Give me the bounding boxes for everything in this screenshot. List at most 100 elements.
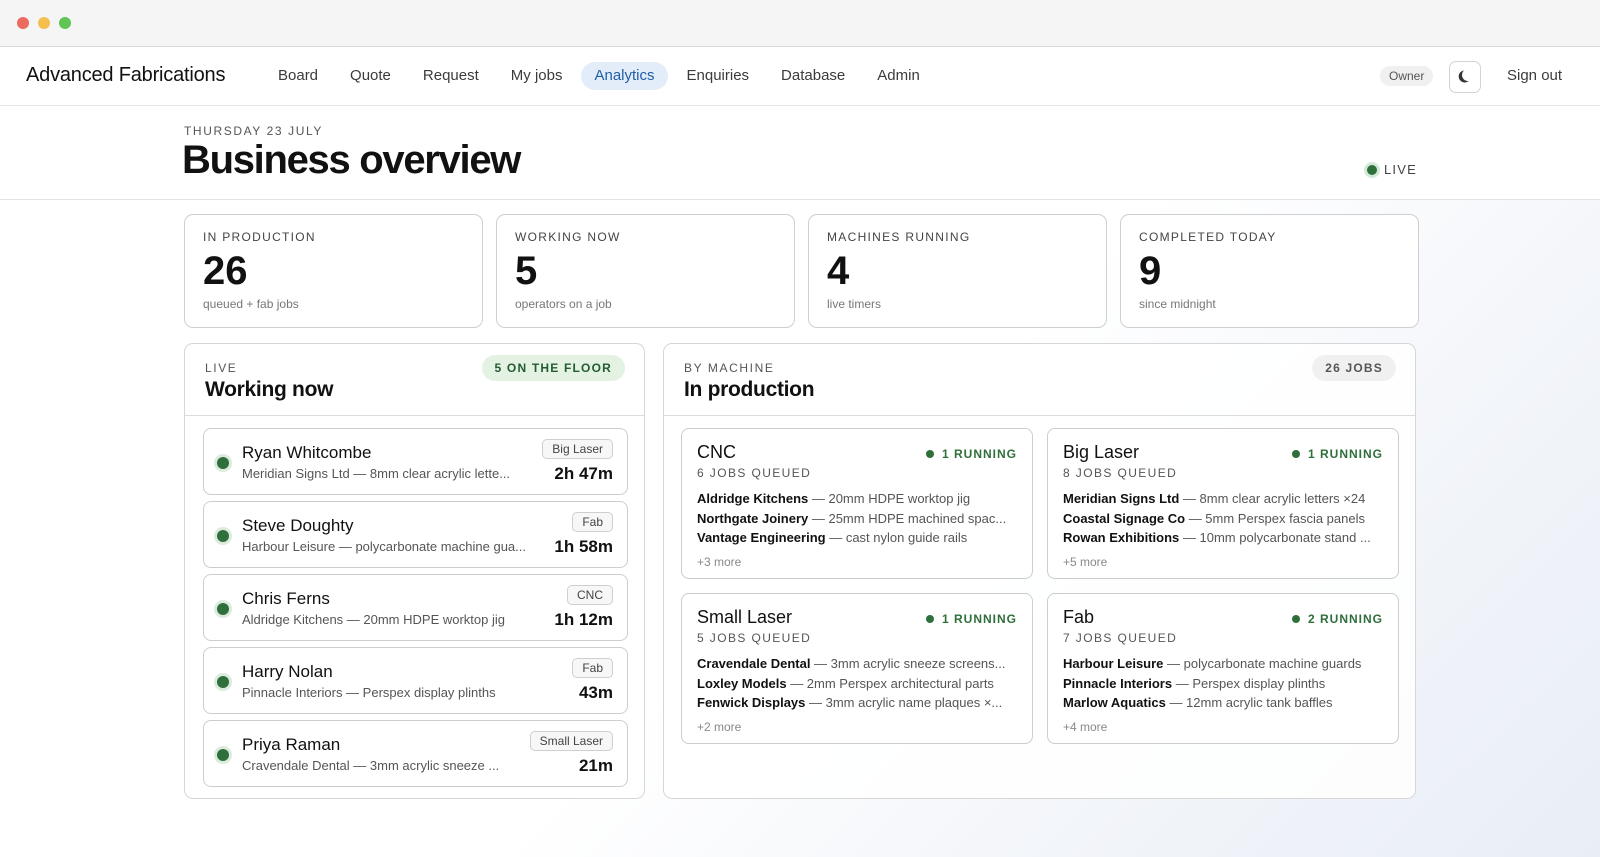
active-status-icon xyxy=(217,676,229,688)
machine-card-small-laser[interactable]: Small Laser 5 JOBS QUEUED 1 RUNNING Crav… xyxy=(681,593,1033,744)
stat-card-completed-today: COMPLETED TODAY 9 since midnight xyxy=(1120,214,1419,328)
job-client: Coastal Signage Co xyxy=(1063,510,1186,526)
worker-row[interactable]: Steve Doughty Harbour Leisure — polycarb… xyxy=(203,501,628,568)
nav-link-board[interactable]: Board xyxy=(265,62,331,90)
worker-list: Ryan Whitcombe Meridian Signs Ltd — 8mm … xyxy=(203,428,628,793)
nav-link-my-jobs[interactable]: My jobs xyxy=(498,62,576,90)
machine-tag: Fab xyxy=(572,512,613,532)
running-dot-icon xyxy=(1291,450,1300,458)
worker-name: Chris Ferns xyxy=(242,589,330,608)
nav-link-database[interactable]: Database xyxy=(768,62,858,90)
close-window-button[interactable] xyxy=(17,17,29,29)
date-label: THURSDAY 23 JULY xyxy=(184,124,323,138)
machine-job: Vantage Engineering — cast nylon guide r… xyxy=(697,528,1017,548)
maximize-window-button[interactable] xyxy=(59,17,71,29)
more-jobs-link[interactable]: +5 more xyxy=(1063,555,1383,569)
nav-link-request[interactable]: Request xyxy=(410,62,492,90)
worker-job: Pinnacle Interiors — Perspex display pli… xyxy=(242,685,496,700)
machine-job: Northgate Joinery — 25mm HDPE machined s… xyxy=(697,509,1017,529)
on-floor-badge: 5 ON THE FLOOR xyxy=(481,355,625,381)
job-client: Northgate Joinery xyxy=(697,510,809,526)
elapsed-time: 1h 58m xyxy=(554,537,613,556)
running-status: 1 RUNNING xyxy=(925,612,1017,626)
job-desc: — polycarbonate machine guards xyxy=(1163,656,1362,671)
job-desc: — cast nylon guide rails xyxy=(825,530,968,545)
worker-row[interactable]: Harry Nolan Pinnacle Interiors — Perspex… xyxy=(203,647,628,714)
active-status-icon xyxy=(217,603,229,615)
worker-job: Cravendale Dental — 3mm acrylic sneeze .… xyxy=(242,758,500,773)
app-window: Advanced Fabrications Board Quote Reques… xyxy=(0,0,1600,857)
top-nav: Advanced Fabrications Board Quote Reques… xyxy=(0,47,1600,106)
job-desc: — 8mm clear acrylic letters ×24 xyxy=(1179,491,1366,506)
machine-queued: 6 JOBS QUEUED xyxy=(697,466,812,480)
more-jobs-link[interactable]: +3 more xyxy=(697,555,1017,569)
elapsed-time: 2h 47m xyxy=(554,464,613,483)
machine-job-list: Cravendale Dental — 3mm acrylic sneeze s… xyxy=(697,654,1017,713)
stat-label: MACHINES RUNNING xyxy=(827,230,971,244)
machine-card-big-laser[interactable]: Big Laser 8 JOBS QUEUED 1 RUNNING Meridi… xyxy=(1047,428,1399,579)
nav-link-enquiries[interactable]: Enquiries xyxy=(674,62,763,90)
machine-job: Loxley Models — 2mm Perspex architectura… xyxy=(697,674,1017,694)
stat-cards: IN PRODUCTION 26 queued + fab jobs WORKI… xyxy=(184,214,1419,328)
machine-card-fab[interactable]: Fab 7 JOBS QUEUED 2 RUNNING Harbour Leis… xyxy=(1047,593,1399,744)
live-dot-icon xyxy=(1367,164,1377,175)
stat-label: IN PRODUCTION xyxy=(203,230,316,244)
running-label: 2 RUNNING xyxy=(1307,612,1383,626)
job-desc: — 12mm acrylic tank baffles xyxy=(1165,695,1333,710)
more-jobs-link[interactable]: +4 more xyxy=(1063,720,1383,734)
moon-icon xyxy=(1461,68,1475,82)
live-indicator: LIVE xyxy=(1367,162,1417,177)
page-title: Business overview xyxy=(182,138,521,182)
elapsed-time: 43m xyxy=(578,683,613,702)
more-jobs-link[interactable]: +2 more xyxy=(697,720,1017,734)
stat-subtext: operators on a job xyxy=(515,297,612,311)
stat-card-machines-running: MACHINES RUNNING 4 live timers xyxy=(808,214,1107,328)
stat-card-in-production: IN PRODUCTION 26 queued + fab jobs xyxy=(184,214,483,328)
worker-row[interactable]: Chris Ferns Aldridge Kitchens — 20mm HDP… xyxy=(203,574,628,641)
brand-name[interactable]: Advanced Fabrications xyxy=(26,64,225,87)
machine-card-cnc[interactable]: CNC 6 JOBS QUEUED 1 RUNNING Aldridge Kit… xyxy=(681,428,1033,579)
panel-title: In production xyxy=(684,378,815,401)
panel-header: LIVE Working now 5 ON THE FLOOR xyxy=(185,344,644,416)
minimize-window-button[interactable] xyxy=(38,17,50,29)
running-status: 2 RUNNING xyxy=(1291,612,1383,626)
nav-link-analytics[interactable]: Analytics xyxy=(581,62,668,90)
active-status-icon xyxy=(217,457,229,469)
job-desc: — 3mm acrylic name plaques ×... xyxy=(805,695,1003,710)
machine-job: Rowan Exhibitions — 10mm polycarbonate s… xyxy=(1063,528,1383,548)
worker-name: Steve Doughty xyxy=(242,516,354,535)
sign-out-button[interactable]: Sign out xyxy=(1507,67,1562,84)
nav-link-admin[interactable]: Admin xyxy=(864,62,933,90)
worker-job: Harbour Leisure — polycarbonate machine … xyxy=(242,539,526,554)
machine-tag: CNC xyxy=(567,585,613,605)
machine-queued: 5 JOBS QUEUED xyxy=(697,631,812,645)
job-desc: — 25mm HDPE machined spac... xyxy=(808,510,1007,526)
stat-value: 4 xyxy=(827,249,850,293)
stat-value: 9 xyxy=(1139,249,1162,293)
worker-row[interactable]: Priya Raman Cravendale Dental — 3mm acry… xyxy=(203,720,628,787)
machine-job-list: Harbour Leisure — polycarbonate machine … xyxy=(1063,654,1383,713)
running-label: 1 RUNNING xyxy=(941,612,1017,626)
job-client: Vantage Engineering xyxy=(697,530,826,545)
machine-job: Coastal Signage Co — 5mm Perspex fascia … xyxy=(1063,509,1383,529)
nav-links: Board Quote Request My jobs Analytics En… xyxy=(265,62,939,90)
nav-link-quote[interactable]: Quote xyxy=(337,62,404,90)
job-client: Rowan Exhibitions xyxy=(1063,530,1180,545)
page-header: THURSDAY 23 JULY Business overview LIVE xyxy=(0,106,1600,200)
running-dot-icon xyxy=(925,450,934,458)
elapsed-time: 1h 12m xyxy=(554,610,613,629)
window-titlebar xyxy=(0,0,1600,47)
job-desc: — 3mm acrylic sneeze screens... xyxy=(810,656,1006,671)
job-client: Loxley Models xyxy=(697,675,787,691)
jobs-count-badge: 26 JOBS xyxy=(1312,355,1396,381)
live-label: LIVE xyxy=(1384,162,1417,177)
worker-row[interactable]: Ryan Whitcombe Meridian Signs Ltd — 8mm … xyxy=(203,428,628,495)
job-desc: — 2mm Perspex architectural parts xyxy=(786,675,994,691)
machine-queued: 7 JOBS QUEUED xyxy=(1063,631,1178,645)
job-desc: — 20mm HDPE worktop jig xyxy=(808,491,971,506)
running-dot-icon xyxy=(1291,615,1300,623)
theme-toggle-button[interactable] xyxy=(1449,61,1481,93)
machine-job: Marlow Aquatics — 12mm acrylic tank baff… xyxy=(1063,693,1383,713)
job-client: Meridian Signs Ltd xyxy=(1063,491,1180,506)
job-desc: — Perspex display plinths xyxy=(1172,675,1326,691)
